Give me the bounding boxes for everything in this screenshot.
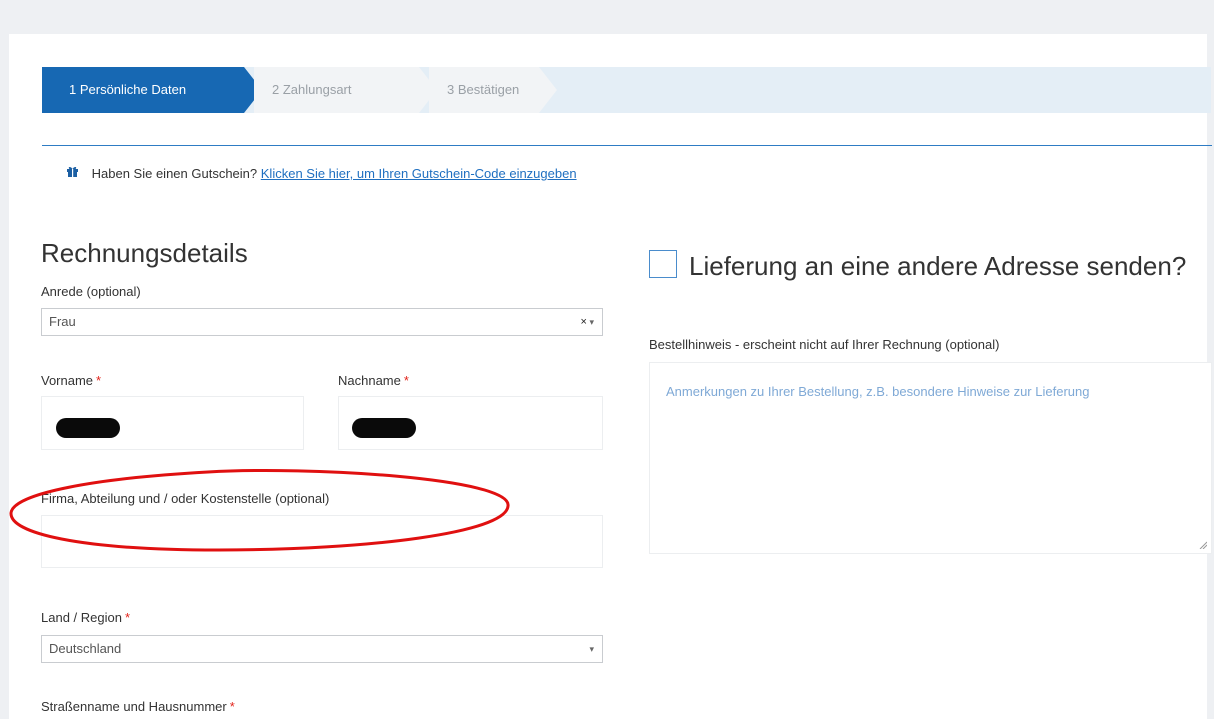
- coupon-link[interactable]: Klicken Sie hier, um Ihren Gutschein-Cod…: [261, 166, 577, 181]
- order-notes-textarea[interactable]: Anmerkungen zu Ihrer Bestellung, z.B. be…: [649, 362, 1212, 554]
- coupon-divider: [42, 145, 1212, 146]
- company-label: Firma, Abteilung und / oder Kostenstelle…: [41, 491, 330, 506]
- step-confirm[interactable]: 3 Bestätigen: [429, 67, 557, 113]
- chevron-down-icon[interactable]: ▾: [589, 317, 594, 327]
- resize-handle-icon[interactable]: [1199, 541, 1207, 549]
- salutation-value: Frau: [49, 314, 76, 329]
- billing-title: Rechnungsdetails: [41, 238, 248, 268]
- salutation-controls[interactable]: × ▾: [581, 309, 594, 335]
- clear-icon[interactable]: ×: [581, 316, 587, 328]
- checkout-steps: 1 Persönliche Daten 2 Zahlungsart 3 Best…: [42, 67, 1211, 113]
- order-notes-label: Bestellhinweis - erscheint nicht auf Ihr…: [649, 337, 1000, 352]
- country-select[interactable]: Deutschland ▾: [41, 635, 603, 663]
- chevron-down-icon[interactable]: ▾: [589, 636, 594, 662]
- street-label: Straßenname und Hausnummer *: [41, 699, 235, 714]
- coupon-notice: Haben Sie einen Gutschein? Klicken Sie h…: [66, 165, 577, 181]
- last-name-label: Nachname *: [338, 373, 409, 388]
- last-name-field[interactable]: [338, 396, 603, 450]
- salutation-select[interactable]: Frau × ▾: [41, 308, 603, 336]
- top-bar: [0, 0, 1214, 34]
- country-label: Land / Region *: [41, 610, 131, 625]
- country-value: Deutschland: [49, 641, 122, 656]
- company-field[interactable]: [41, 515, 603, 568]
- left-gutter: [0, 34, 9, 719]
- first-name-label: Vorname *: [41, 373, 102, 388]
- order-notes-placeholder: Anmerkungen zu Ihrer Bestellung, z.B. be…: [666, 384, 1090, 399]
- step-personal-data[interactable]: 1 Persönliche Daten: [42, 67, 262, 113]
- first-name-field[interactable]: [41, 396, 304, 450]
- redaction-mark: [352, 418, 416, 438]
- redaction-mark: [56, 418, 120, 438]
- ship-different-label: Lieferung an eine andere Adresse senden?: [689, 251, 1187, 281]
- gift-icon: [66, 165, 80, 181]
- coupon-text: Haben Sie einen Gutschein?: [91, 166, 258, 181]
- step-payment-method[interactable]: 2 Zahlungsart: [254, 67, 437, 113]
- salutation-label: Anrede (optional): [41, 284, 141, 299]
